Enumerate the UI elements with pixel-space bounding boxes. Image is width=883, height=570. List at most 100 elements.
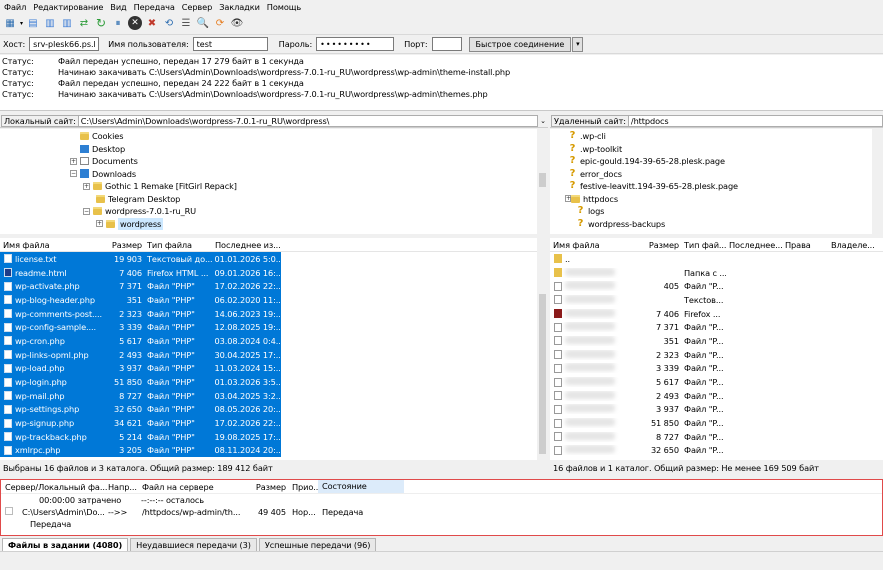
- expand-icon[interactable]: +: [70, 157, 77, 165]
- col-remote-file[interactable]: Файл на сервере: [138, 482, 250, 492]
- file-row[interactable]: 5 617 Файл "P...: [550, 375, 883, 389]
- quickconnect-button[interactable]: Быстрое соединение: [468, 36, 572, 52]
- compare-icon[interactable]: 🔍: [196, 16, 210, 30]
- file-row[interactable]: 3 339 Файл "P...: [550, 362, 883, 376]
- file-row[interactable]: xmlrpc.php 3 205 Файл "PHP" 08.11.2024 20:.…: [0, 443, 281, 458]
- col-filename[interactable]: Имя файла: [0, 240, 107, 250]
- port-input[interactable]: [431, 37, 462, 51]
- menu-server[interactable]: Сервер: [182, 2, 213, 12]
- chevron-down-icon[interactable]: ⌄: [538, 117, 548, 125]
- tree-item[interactable]: + httpdocs: [550, 193, 883, 206]
- refresh-icon[interactable]: ↻: [94, 16, 108, 30]
- local-tree-icon[interactable]: ▥: [43, 16, 57, 30]
- col-size[interactable]: Размер: [640, 240, 681, 250]
- col-permissions[interactable]: Права: [782, 240, 828, 250]
- collapse-icon[interactable]: −: [70, 170, 77, 178]
- tree-item[interactable]: ? festive-leavitt.194-39-65-28.plesk.page: [550, 180, 883, 193]
- tree-item-selected[interactable]: + wordpress: [0, 217, 548, 230]
- local-list-scrollbar[interactable]: [537, 238, 548, 460]
- col-modified[interactable]: Последнее...: [726, 240, 782, 250]
- file-row[interactable]: 51 850 Файл "P...: [550, 416, 883, 430]
- col-size[interactable]: Размер: [250, 482, 288, 492]
- tree-item[interactable]: ? error_docs: [550, 168, 883, 181]
- tree-item[interactable]: Desktop: [0, 143, 548, 156]
- queue-item[interactable]: C:\Users\Admin\Do... -->> /httpdocs/wp-a…: [1, 505, 882, 518]
- file-row[interactable]: wp-config-sample.... 3 339 Файл "PHP" 12.08…: [0, 320, 281, 335]
- menu-edit[interactable]: Редактирование: [33, 2, 103, 12]
- message-log-icon[interactable]: ▤: [26, 16, 40, 30]
- expand-icon[interactable]: +: [83, 182, 90, 190]
- file-row[interactable]: wp-signup.php 34 621 Файл "PHP" 17.02.2026 …: [0, 416, 281, 430]
- file-row[interactable]: wp-links-opml.php 2 493 Файл "PHP" 30.04.20…: [0, 347, 281, 362]
- menu-bookmarks[interactable]: Закладки: [219, 2, 260, 12]
- quickconnect-dropdown-icon[interactable]: ▾: [572, 36, 584, 52]
- file-row[interactable]: 3 937 Файл "P...: [550, 403, 883, 417]
- tree-item[interactable]: + Gothic 1 Remake [FitGirl Repack]: [0, 180, 548, 193]
- menu-view[interactable]: Вид: [110, 2, 126, 12]
- file-row[interactable]: 405 Файл "P...: [550, 279, 883, 293]
- file-row[interactable]: 2 493 Файл "P...: [550, 389, 883, 403]
- remote-path-input[interactable]: /httpdocs: [628, 114, 883, 127]
- expand-icon[interactable]: +: [96, 220, 103, 228]
- file-row[interactable]: wp-load.php 3 937 Файл "PHP" 11.03.2024 15:…: [0, 361, 281, 376]
- collapse-icon[interactable]: −: [83, 207, 90, 215]
- reconnect-icon[interactable]: ⟲: [162, 16, 176, 30]
- col-server-local[interactable]: Сервер/Локальный фа...: [1, 482, 107, 492]
- tree-item[interactable]: − Downloads: [0, 168, 548, 181]
- file-row[interactable]: readme.html 7 406 Firefox HTML ... 09.01.20…: [0, 265, 281, 280]
- file-row[interactable]: 8 727 Файл "P...: [550, 430, 883, 444]
- file-row[interactable]: wp-comments-post.... 2 323 Файл "PHP" 14.06…: [0, 306, 281, 321]
- username-input[interactable]: [192, 37, 268, 51]
- tree-item[interactable]: ? wordpress-backups: [550, 218, 883, 231]
- disconnect-icon[interactable]: ✖: [145, 16, 159, 30]
- tree-item[interactable]: ? epic-gould.194-39-65-28.plesk.page: [550, 155, 883, 168]
- col-type[interactable]: Тип фай...: [681, 240, 726, 250]
- tree-item[interactable]: Telegram Desktop: [0, 193, 548, 206]
- menu-help[interactable]: Помощь: [267, 2, 301, 12]
- file-row[interactable]: wp-cron.php 5 617 Файл "PHP" 03.08.2024 0:4…: [0, 334, 281, 348]
- file-row[interactable]: ..: [550, 252, 883, 266]
- process-queue-icon[interactable]: ⏸: [111, 16, 125, 30]
- col-type[interactable]: Тип файла: [144, 240, 212, 250]
- file-row[interactable]: Тексtов...: [550, 293, 883, 307]
- col-state[interactable]: Состояние: [318, 480, 404, 493]
- local-path-input[interactable]: C:\Users\Admin\Downloads\wordpress-7.0.1…: [78, 114, 538, 127]
- queue-checkbox[interactable]: [1, 506, 15, 517]
- tree-item[interactable]: + Documents: [0, 155, 548, 168]
- tree-item[interactable]: ? .wp-toolkit: [550, 143, 883, 156]
- col-owner[interactable]: Владеле...: [828, 240, 878, 250]
- sync-browse-icon[interactable]: ⟳: [213, 16, 227, 30]
- site-manager-icon[interactable]: ▦: [3, 16, 17, 30]
- transfer-queue-icon[interactable]: ⇄: [77, 16, 91, 30]
- cancel-icon[interactable]: ✕: [127, 16, 142, 30]
- file-row[interactable]: 351 Файл "P...: [550, 334, 883, 348]
- remote-tree-icon[interactable]: ▥: [60, 16, 74, 30]
- file-row[interactable]: Папка с ...: [550, 266, 883, 280]
- file-row[interactable]: wp-login.php 51 850 Файл "PHP" 01.03.2026 3…: [0, 375, 281, 389]
- tab-successful-transfers[interactable]: Успешные передачи (96): [258, 538, 377, 551]
- file-row[interactable]: 2 323 Файл "P...: [550, 348, 883, 362]
- filter-icon[interactable]: ☰: [179, 16, 193, 30]
- file-row[interactable]: wp-mail.php 8 727 Файл "PHP" 03.04.2025 3:2…: [0, 388, 281, 403]
- col-direction[interactable]: Напр...: [104, 482, 138, 492]
- menu-transfer[interactable]: Передача: [134, 2, 175, 12]
- search-icon[interactable]: 👁: [230, 16, 244, 30]
- menu-file[interactable]: Файл: [4, 2, 26, 12]
- tab-failed-transfers[interactable]: Неудавшиеся передачи (3): [130, 538, 257, 551]
- col-filename[interactable]: Имя файла: [550, 240, 640, 250]
- tab-queued-files[interactable]: Файлы в задании (4080): [2, 538, 129, 551]
- col-priority[interactable]: Прио...: [288, 482, 321, 492]
- file-row[interactable]: wp-blog-header.php 351 Файл "PHP" 06.02.202…: [0, 293, 281, 307]
- local-tree-scrollbar[interactable]: [537, 129, 548, 234]
- tree-item[interactable]: ? logs: [550, 205, 883, 218]
- file-row[interactable]: wp-trackback.php 5 214 Файл "PHP" 19.08.202…: [0, 429, 281, 444]
- col-modified[interactable]: Последнее из...: [212, 240, 282, 250]
- file-row[interactable]: license.txt 19 903 Текстовый до... 01.01.20…: [0, 252, 281, 266]
- tree-item[interactable]: Cookies: [0, 130, 548, 143]
- file-row[interactable]: wp-settings.php 32 650 Файл "PHP" 08.05.202…: [0, 402, 281, 417]
- file-row[interactable]: 7 371 Файл "P...: [550, 320, 883, 334]
- tree-item[interactable]: ? .wp-cli: [550, 130, 883, 143]
- tree-item[interactable]: − wordpress-7.0.1-ru_RU: [0, 205, 548, 218]
- file-row[interactable]: wp-activate.php 7 371 Файл "PHP" 17.02.2026…: [0, 279, 281, 294]
- col-size[interactable]: Размер: [107, 240, 144, 250]
